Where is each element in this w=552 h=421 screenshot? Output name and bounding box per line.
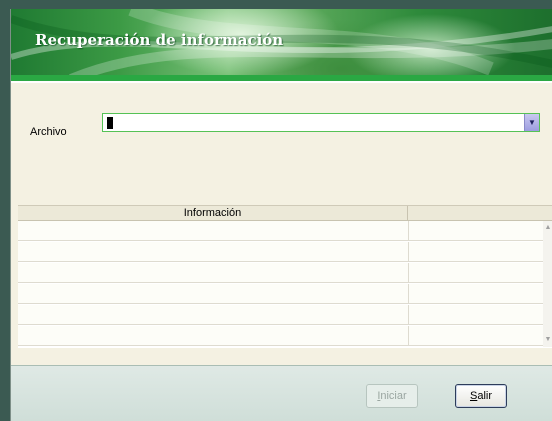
- table-row[interactable]: [18, 305, 543, 325]
- column-header-informacion[interactable]: Información: [18, 206, 408, 220]
- cell-separator: [408, 242, 409, 262]
- grid-vertical-scrollbar[interactable]: ▲ ▼: [543, 221, 552, 347]
- text-cursor: [107, 117, 113, 129]
- archivo-combobox[interactable]: ▼: [102, 113, 540, 132]
- scroll-down-arrow-icon[interactable]: ▼: [543, 335, 552, 345]
- chevron-down-icon[interactable]: ▼: [524, 114, 539, 131]
- grid-header: Información: [18, 206, 552, 221]
- scroll-up-arrow-icon[interactable]: ▲: [543, 223, 552, 233]
- informacion-grid[interactable]: Información ▲ ▼: [18, 205, 552, 348]
- salir-button-label: Salir: [469, 390, 492, 402]
- cell-separator: [408, 305, 409, 325]
- iniciar-button[interactable]: Iniciar: [366, 384, 418, 408]
- cell-separator: [408, 263, 409, 283]
- table-row[interactable]: [18, 242, 543, 262]
- header-divider: [11, 81, 552, 83]
- cell-separator: [408, 284, 409, 304]
- window-title: Recuperación de información: [35, 31, 284, 49]
- recuperacion-window: Recuperación de información Archivo ▼ In…: [10, 9, 552, 421]
- table-row[interactable]: [18, 284, 543, 304]
- column-header-2[interactable]: [408, 206, 543, 220]
- table-row[interactable]: [18, 263, 543, 283]
- table-row[interactable]: [18, 221, 543, 241]
- table-row[interactable]: [18, 326, 543, 346]
- cell-separator: [408, 221, 409, 241]
- cell-separator: [408, 326, 409, 346]
- iniciar-button-label: Iniciar: [377, 390, 407, 402]
- archivo-label: Archivo: [30, 126, 67, 138]
- footer-panel: Iniciar Salir: [11, 365, 552, 421]
- salir-button[interactable]: Salir: [455, 384, 507, 408]
- header-banner: Recuperación de información: [11, 9, 552, 79]
